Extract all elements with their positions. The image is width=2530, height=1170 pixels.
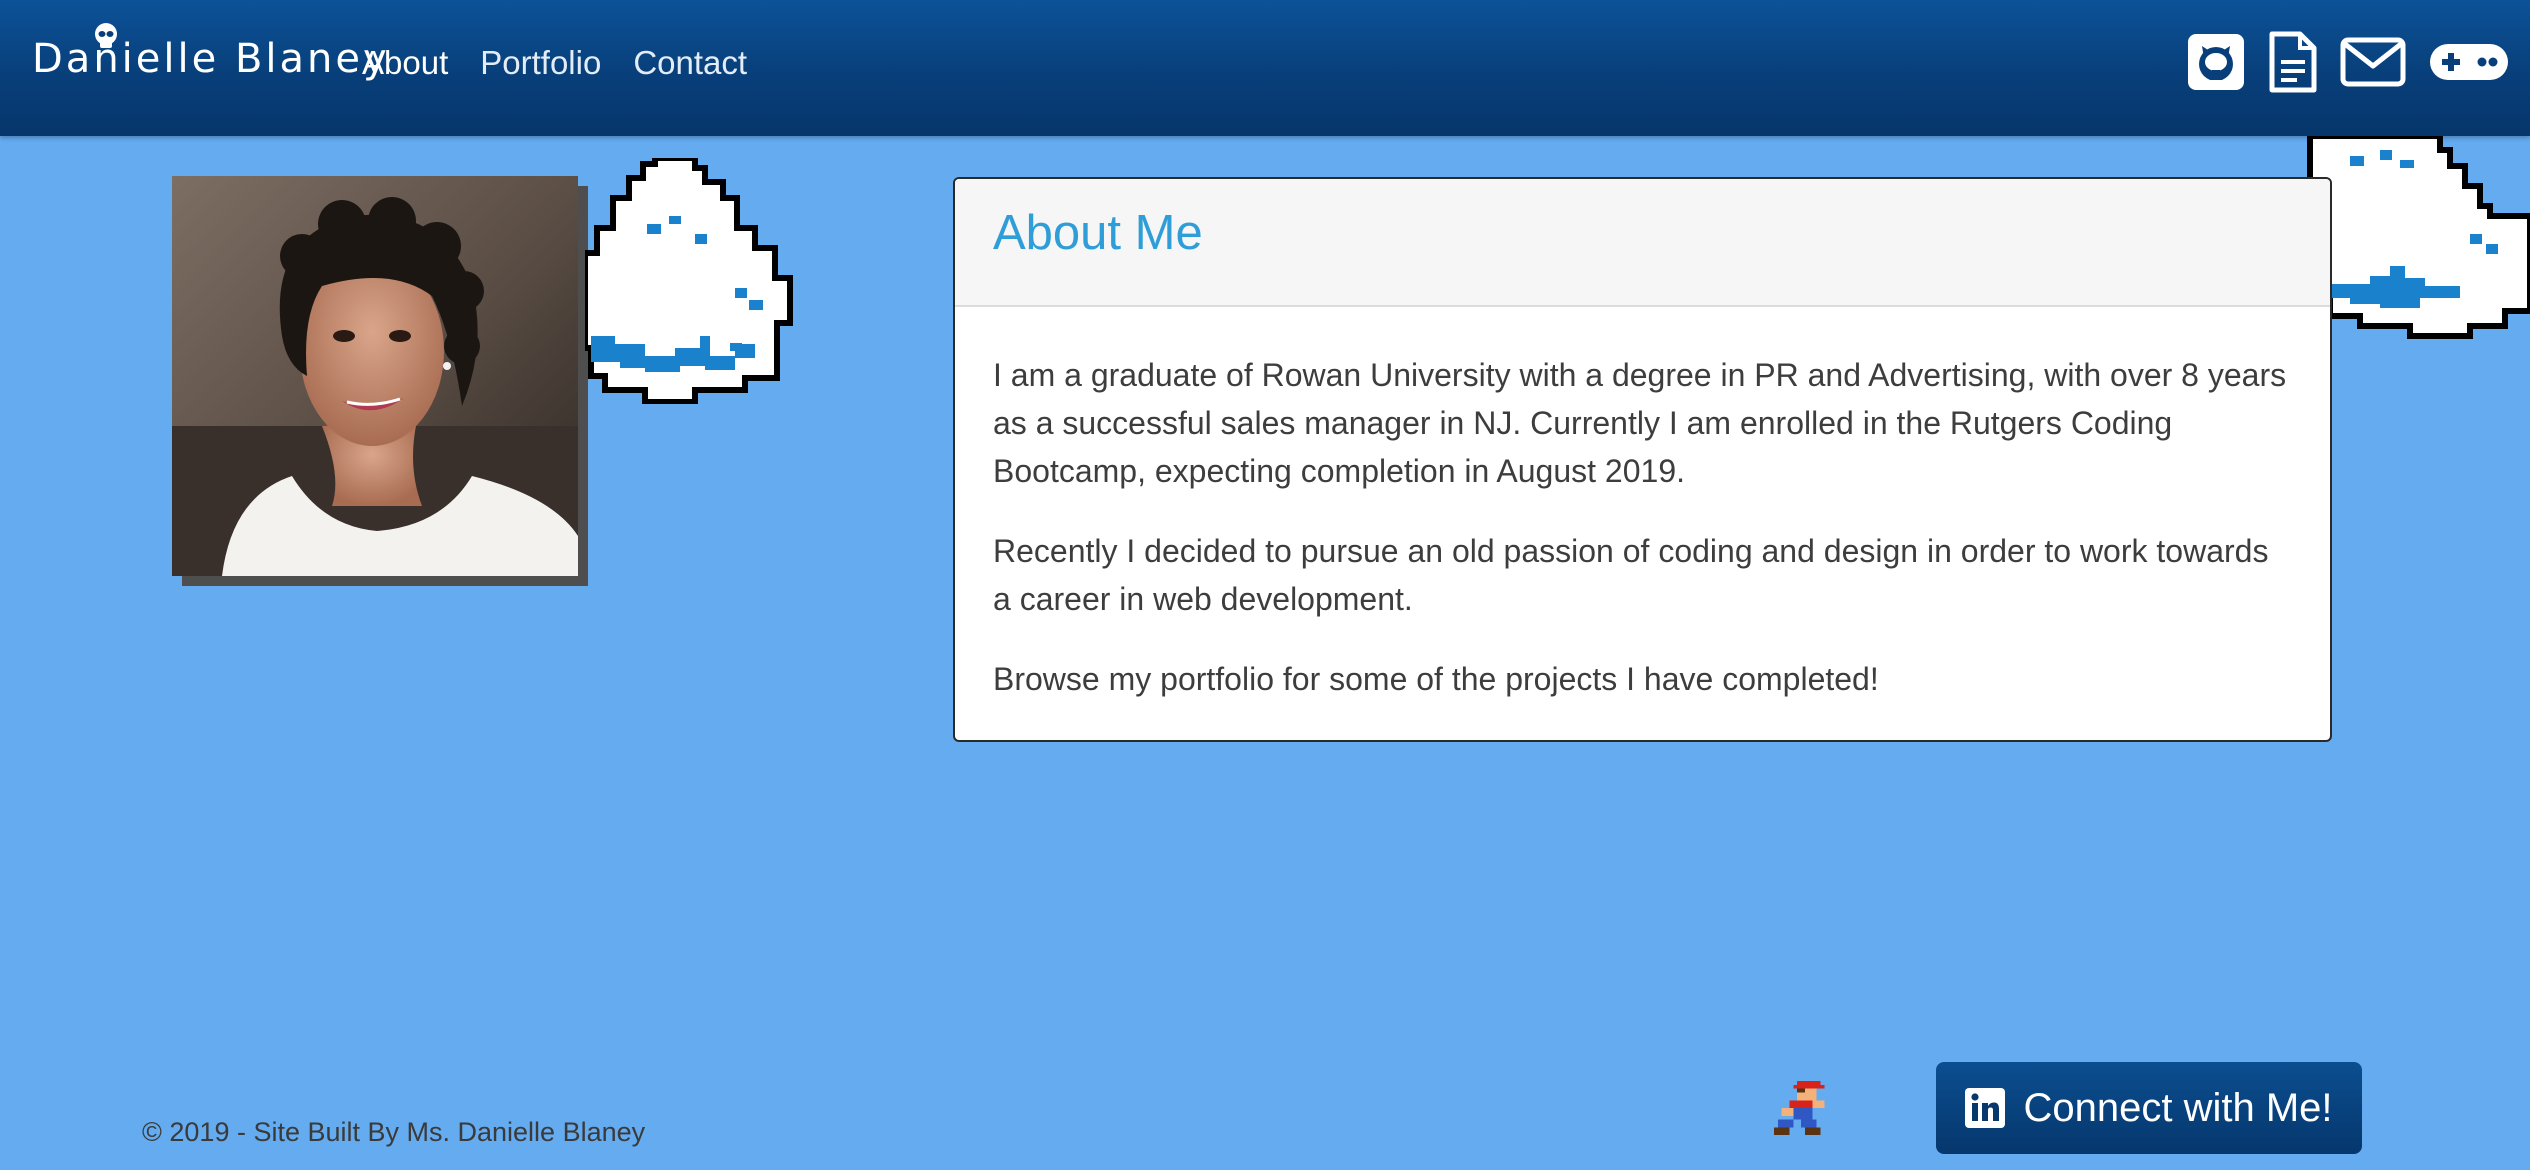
resume-icon[interactable] <box>2268 30 2318 94</box>
social-icons <box>2164 30 2510 94</box>
nav-links: About Portfolio Contact <box>362 44 779 82</box>
about-paragraph: Recently I decided to pursue an old pass… <box>993 533 2269 617</box>
nav-link-about[interactable]: About <box>362 44 448 82</box>
mario-sprite <box>1773 1080 1825 1136</box>
about-paragraph: I am a graduate of Rowan University with… <box>993 357 2287 489</box>
pixel-cloud-left <box>585 158 793 404</box>
gamepad-icon[interactable] <box>2428 40 2510 84</box>
connect-button-label: Connect with Me! <box>2023 1085 2333 1130</box>
about-card-body: I am a graduate of Rowan University with… <box>955 307 2330 703</box>
about-title: About Me <box>993 206 1203 260</box>
connect-linkedin-button[interactable]: Connect with Me! <box>1936 1062 2362 1154</box>
linkedin-icon <box>1965 1088 2006 1128</box>
portrait-image <box>172 176 578 576</box>
about-card-header: About Me <box>955 179 2330 307</box>
top-navbar: Danielle Blaney About Portfolio Contact <box>0 0 2530 136</box>
nav-link-contact[interactable]: Contact <box>633 44 747 82</box>
about-card: About Me I am a graduate of Rowan Univer… <box>953 177 2332 742</box>
nav-link-portfolio[interactable]: Portfolio <box>480 44 601 82</box>
profile-photo <box>172 176 578 576</box>
brand-logo-link[interactable]: Danielle Blaney <box>32 23 390 82</box>
github-icon[interactable] <box>2186 32 2246 92</box>
brand-name: Danielle Blaney <box>32 36 390 82</box>
footer-copyright: © 2019 - Site Built By Ms. Danielle Blan… <box>142 1117 646 1147</box>
skull-icon <box>95 23 117 48</box>
about-paragraph: Browse my portfolio for some of the proj… <box>993 661 1879 697</box>
mail-icon[interactable] <box>2340 37 2406 87</box>
page: Danielle Blaney About Portfolio Contact <box>0 0 2530 1170</box>
